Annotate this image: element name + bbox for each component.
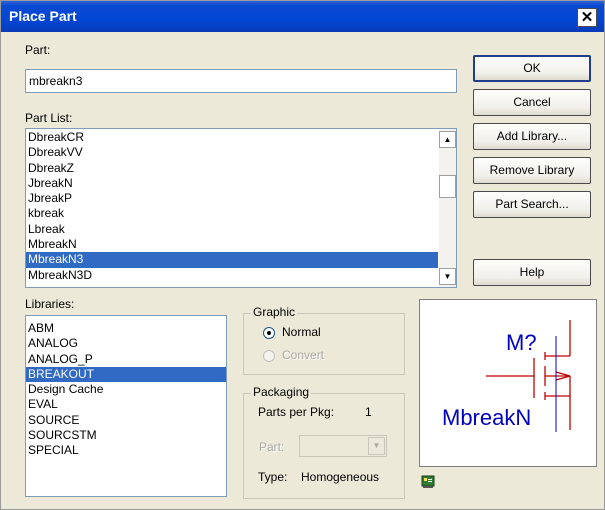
libraries-list[interactable]: ABM ANALOG ANALOG_P BREAKOUT Design Cache EVA… (25, 315, 227, 497)
ok-button[interactable]: OK (473, 55, 591, 82)
normal-radio-label: Normal (282, 325, 321, 339)
part-list-item[interactable]: DbreakCR (26, 130, 438, 145)
part-list-item[interactable]: JbreakN (26, 176, 438, 191)
packaging-legend: Packaging (251, 385, 312, 399)
remove-library-button[interactable]: Remove Library (473, 157, 591, 184)
title-bar[interactable]: Place Part ✕ (1, 1, 604, 32)
window-title: Place Part (9, 8, 77, 24)
ref-designator-text: M? (506, 330, 537, 355)
scroll-up-arrow-icon[interactable]: ▲ (439, 131, 456, 148)
part-list-item[interactable]: MbreakN3 (26, 252, 438, 268)
part-input-value: mbreakn3 (29, 74, 83, 88)
part-label: Part: (25, 43, 51, 57)
close-button[interactable]: ✕ (577, 8, 597, 27)
part-input[interactable]: mbreakn3 (25, 69, 457, 93)
part-list-items: DbreakCR DbreakVV DbreakZ JbreakN JbreakP kbr… (26, 130, 438, 283)
library-item[interactable]: SPECIAL (26, 443, 226, 458)
place-part-dialog: Place Part ✕ Part: mbreakn3 Part List: D… (0, 0, 605, 510)
part-preview: M? MbreakN (419, 299, 597, 467)
part-list-label: Part List: (25, 111, 73, 125)
scroll-thumb[interactable] (439, 175, 456, 198)
normal-radio[interactable] (263, 327, 275, 339)
library-item[interactable]: EVAL (26, 397, 226, 412)
convert-radio (263, 350, 275, 362)
convert-radio-label: Convert (282, 348, 325, 362)
libraries-list-items: ABM ANALOG ANALOG_P BREAKOUT Design Cache EVA… (26, 321, 226, 459)
library-item[interactable]: SOURCE (26, 413, 226, 428)
library-browser-icon[interactable] (421, 475, 435, 489)
part-list-item[interactable]: JbreakP (26, 191, 438, 206)
graphic-group (243, 313, 405, 375)
library-item[interactable]: Design Cache (26, 382, 226, 397)
part-list-item[interactable]: Lbreak (26, 222, 438, 237)
add-library-button[interactable]: Add Library... (473, 123, 591, 150)
parts-per-pkg-value: 1 (365, 405, 372, 419)
help-button[interactable]: Help (473, 259, 591, 286)
part-list[interactable]: DbreakCR DbreakVV DbreakZ JbreakN JbreakP kbr… (25, 128, 457, 288)
part-search-button[interactable]: Part Search... (473, 191, 591, 218)
mosfet-symbol-icon: M? MbreakN (442, 320, 571, 432)
graphic-legend: Graphic (251, 305, 298, 319)
library-item[interactable]: BREAKOUT (26, 366, 226, 383)
library-item[interactable]: ANALOG_P (26, 352, 226, 367)
package-part-select: ▼ (299, 435, 387, 457)
part-list-scrollbar[interactable]: ▲ ▼ (439, 129, 456, 287)
library-item[interactable]: ABM (26, 321, 226, 336)
scroll-down-arrow-icon[interactable]: ▼ (439, 268, 456, 285)
libraries-label: Libraries: (25, 297, 75, 311)
type-label: Type: (258, 470, 288, 484)
chevron-down-icon: ▼ (368, 437, 385, 455)
type-value: Homogeneous (301, 470, 380, 484)
library-item[interactable]: SOURCSTM (26, 428, 226, 443)
part-list-item[interactable]: MbreakN3D (26, 268, 438, 283)
library-item[interactable]: ANALOG (26, 336, 226, 351)
parts-per-pkg-label: Parts per Pkg: (258, 405, 335, 419)
cancel-button[interactable]: Cancel (473, 89, 591, 116)
part-name-text: MbreakN (442, 405, 531, 430)
part-list-item[interactable]: MbreakN (26, 237, 438, 252)
part-list-item[interactable]: DbreakVV (26, 145, 438, 160)
part-list-item[interactable]: kbreak (26, 206, 438, 221)
part-list-item[interactable]: DbreakZ (26, 161, 438, 176)
package-part-label: Part: (259, 440, 285, 454)
